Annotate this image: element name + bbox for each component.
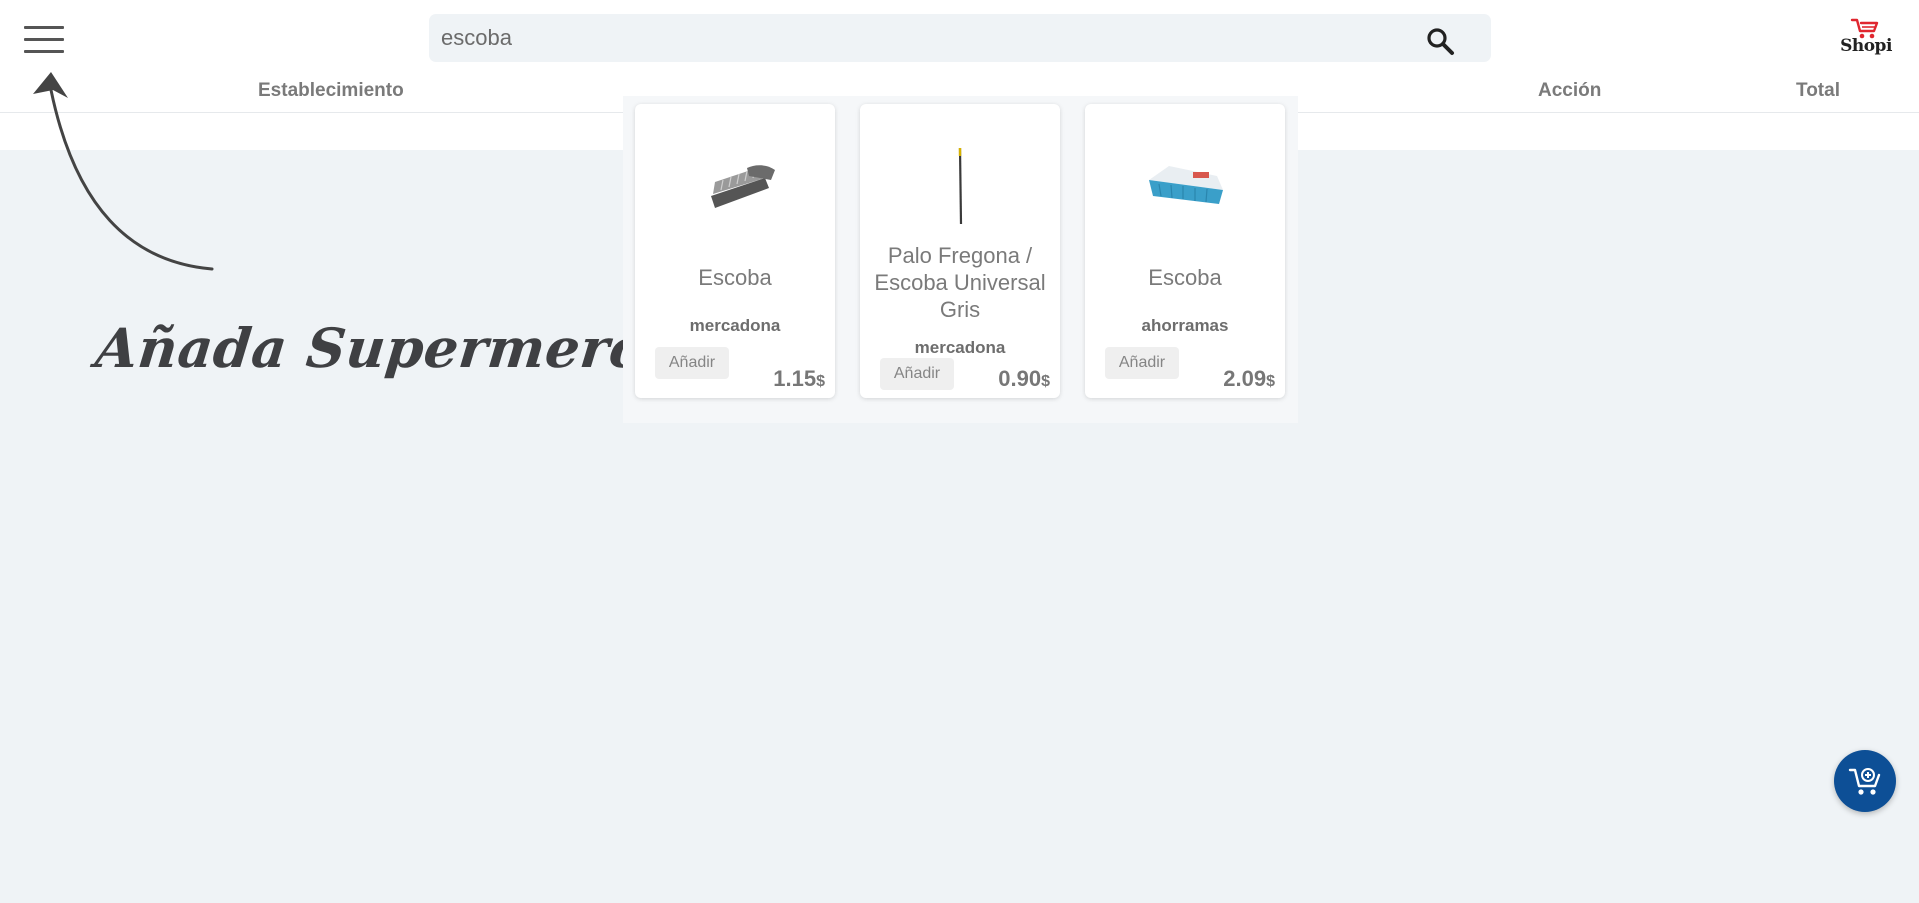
column-header-accion: Acción — [1538, 80, 1602, 101]
add-to-cart-fab[interactable] — [1834, 750, 1896, 812]
product-card[interactable]: Escoba mercadona Añadir 1.15$ — [635, 104, 835, 398]
product-store: mercadona — [689, 316, 781, 335]
shopi-logo[interactable]: Shopi — [1836, 16, 1892, 58]
price-value: 2.09 — [1223, 366, 1267, 391]
currency-symbol: $ — [1266, 373, 1275, 390]
product-card[interactable]: Palo Fregona / Escoba Universal Gris mer… — [860, 104, 1060, 398]
add-button[interactable]: Añadir — [655, 347, 729, 379]
product-price: 0.90$ — [998, 366, 1050, 392]
column-header-establecimiento: Establecimiento — [258, 80, 404, 101]
product-name: Palo Fregona / Escoba Universal Gris — [874, 243, 1046, 322]
add-button[interactable]: Añadir — [1105, 347, 1179, 379]
product-store: mercadona — [914, 338, 1006, 357]
search-input[interactable] — [441, 14, 1401, 62]
add-to-cart-icon — [1848, 768, 1881, 795]
broom-grey-icon — [711, 165, 775, 208]
broom-blue-icon — [1149, 166, 1223, 204]
product-name: Escoba — [1148, 265, 1222, 290]
product-price: 1.15$ — [773, 366, 825, 392]
currency-symbol: $ — [816, 373, 825, 390]
product-price: 2.09$ — [1223, 366, 1275, 392]
product-card[interactable]: Escoba ahorramas Añadir 2.09$ — [1085, 104, 1285, 398]
mop-stick-icon — [958, 147, 963, 225]
product-name: Escoba — [698, 265, 772, 290]
logo-text: Shopi — [1840, 36, 1892, 56]
curved-arrow-icon — [33, 72, 214, 271]
column-header-total: Total — [1796, 80, 1840, 101]
currency-symbol: $ — [1041, 373, 1050, 390]
add-button[interactable]: Añadir — [880, 358, 954, 390]
product-store: ahorramas — [1141, 316, 1229, 335]
price-value: 0.90 — [998, 366, 1042, 391]
price-value: 1.15 — [773, 366, 817, 391]
hamburger-menu-icon[interactable] — [24, 26, 64, 54]
search-icon[interactable] — [1425, 26, 1455, 56]
search-bar — [429, 14, 1491, 62]
